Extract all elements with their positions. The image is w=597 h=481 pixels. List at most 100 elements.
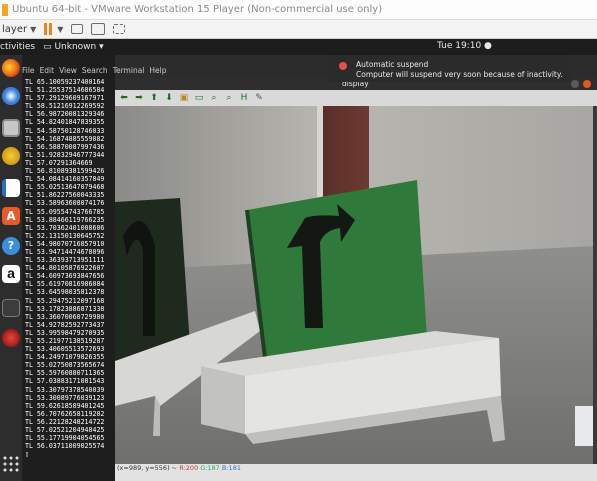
terminal-line: TL 58.51216912269592	[25, 102, 105, 111]
rhythmbox-icon[interactable]	[2, 147, 20, 165]
menu-file[interactable]: File	[22, 66, 35, 78]
zoom-in-icon[interactable]: ⌕	[209, 93, 219, 103]
terminal-line: TL 57.29129609167971	[25, 94, 105, 103]
terminal-line: TL 52.13150130645752	[25, 231, 105, 240]
menu-edit[interactable]: Edit	[40, 66, 55, 78]
pixel-status-bar: (x=989, y=556) ~ R:200 G:187 B:181	[115, 464, 597, 481]
terminal-line: TL 54.08414160357849	[25, 175, 105, 184]
send-ctrl-alt-del-icon[interactable]	[71, 24, 84, 34]
files-icon[interactable]	[2, 119, 20, 137]
display-toolbar: ⬅ ➡ ⬆ ⬇ ▣ ▭ ⌕ ⌕ H ✎	[115, 90, 597, 106]
terminal-line: TL 53.36070060729980	[25, 312, 105, 321]
notification-title: Automatic suspend	[356, 60, 429, 69]
firefox-icon[interactable]	[2, 59, 20, 77]
system-settings-icon[interactable]	[2, 329, 20, 347]
minimize-icon[interactable]	[571, 80, 579, 88]
pause-dropdown-icon[interactable]: ▼	[57, 25, 63, 34]
right-stand-front	[201, 366, 245, 434]
pause-icon[interactable]	[44, 23, 54, 35]
terminal-line: TL 55.02750873565674	[25, 361, 105, 370]
pan-icon[interactable]: ✎	[254, 93, 264, 103]
status-r: R:200	[179, 464, 199, 472]
terminal-line: TL 56.58870087997436	[25, 142, 105, 151]
arrow-down-icon[interactable]: ⬇	[164, 93, 174, 103]
app-menu[interactable]: ▭ Unknown ▾	[43, 42, 104, 52]
arrow-up-icon[interactable]: ⬆	[149, 93, 159, 103]
arrow-left-icon[interactable]: ⬅	[119, 93, 129, 103]
terminal-icon[interactable]	[2, 299, 20, 317]
thunderbird-icon[interactable]	[2, 87, 20, 105]
display-window: display ⬅ ➡ ⬆ ⬇ ▣ ▭ ⌕ ⌕ H ✎ (x=989, y=55…	[115, 78, 597, 481]
terminal-line: TL 57.03883171081543	[25, 377, 105, 386]
menu-search[interactable]: Search	[82, 66, 108, 78]
terminal-line: TL 55.29475212097168	[25, 296, 105, 305]
arrow-right-icon[interactable]: ➡	[134, 93, 144, 103]
app-menu-label: Unknown	[54, 42, 97, 52]
menu-view[interactable]: View	[59, 66, 77, 78]
ubuntu-dock: A ? a	[0, 55, 22, 481]
camera-image[interactable]	[115, 106, 593, 464]
save-image-icon[interactable]: ▣	[179, 93, 189, 103]
terminal-line: TL 55.21977138519287	[25, 337, 105, 345]
status-b: B:181	[221, 464, 241, 472]
terminal-line: TL 54.16874885559082	[25, 134, 105, 143]
player-menu-label: layer	[2, 23, 28, 35]
vmware-toolbar: layer ▼ ▼	[0, 20, 597, 39]
amazon-icon[interactable]: a	[2, 265, 20, 283]
terminal-line: TL 53.17823886871338	[25, 304, 105, 313]
terminal-line: TL 56.03711009025574	[25, 442, 105, 451]
unity-icon[interactable]	[113, 24, 126, 34]
clock-label: Tue 19:10	[437, 41, 482, 51]
show-applications-icon[interactable]	[2, 455, 20, 473]
terminal-output: TL 65.10059237400164 TL 51.25537514686584…	[25, 78, 115, 458]
terminal-line: TL 54.58750128746033	[25, 126, 105, 135]
warning-icon	[339, 62, 347, 70]
terminal-line: TL 54.82401847839355	[25, 118, 105, 127]
libreoffice-writer-icon[interactable]	[2, 179, 20, 197]
player-menu[interactable]: layer ▼	[0, 24, 36, 35]
terminal-line: TL 53.30089776039123	[25, 393, 105, 402]
ubuntu-top-bar: ctivities ▭ Unknown ▾ Tue 19:10 ●	[0, 39, 597, 55]
activities-button[interactable]: ctivities	[0, 42, 35, 52]
vmware-logo-icon	[2, 3, 8, 16]
terminal-line: TL 53.94714474678096	[25, 247, 105, 256]
screen: Ubuntu 64-bit - VMware Workstation 15 Pl…	[0, 0, 597, 481]
terminal-line: TL 55.59760880711365	[25, 369, 105, 378]
zoom-out-icon[interactable]: ⌕	[224, 93, 234, 103]
zoom-reset-icon[interactable]: H	[239, 93, 249, 103]
chevron-down-icon: ▼	[30, 24, 37, 34]
clock[interactable]: Tue 19:10 ●	[437, 41, 492, 51]
status-g: G:187	[200, 464, 220, 472]
help-icon[interactable]: ?	[2, 237, 20, 255]
terminal-line: TL 56.70762658119202	[25, 409, 105, 418]
terminal-line: TL 53.58963608074176	[25, 199, 105, 208]
terminal-line: TL 53.99598479270935	[25, 328, 105, 337]
terminal-line: TL 55.17719904054565	[25, 434, 105, 443]
fullscreen-icon[interactable]	[91, 23, 106, 35]
terminal-line: TL 56.81089381599426	[25, 167, 105, 176]
terminal-line: TL 53.88466119766235	[25, 215, 105, 224]
menu-help[interactable]: Help	[149, 66, 166, 78]
terminal-line: TL 53.64598035812378	[25, 288, 105, 297]
suspend-notification[interactable]: Automatic suspend Computer will suspend …	[327, 55, 571, 82]
terminal-line: TL 55.61970816986084	[25, 280, 105, 289]
terminal-line: TL 54.98070716857910	[25, 239, 105, 248]
terminal-line: TL 56.98720081329346	[25, 110, 105, 119]
terminal-line: TL 51.25537514686584	[25, 86, 105, 95]
notification-body: Computer will suspend very soon because …	[356, 70, 563, 79]
menu-terminal[interactable]: Terminal	[113, 66, 145, 78]
terminal-line: TL 57.07291364669	[25, 158, 93, 167]
terminal-line: TL 53.36393713951111	[25, 256, 105, 265]
terminal-line: TL 57.02521204948425	[25, 426, 105, 435]
close-icon[interactable]	[583, 80, 591, 88]
terminal-menubar: File Edit View Search Terminal Help	[22, 66, 167, 78]
terminal-cursor: ▯	[25, 450, 29, 459]
terminal-line: TL 55.02513647079468	[25, 183, 105, 192]
software-center-icon[interactable]: A	[2, 207, 20, 225]
terminal-line: TL 54.60973693847656	[25, 272, 105, 281]
status-coords: (x=989, y=556) ~	[117, 464, 180, 472]
properties-icon[interactable]: ▭	[194, 93, 204, 103]
terminal-line: TL 56.22128248214722	[25, 417, 105, 426]
terminal-line: TL 53.70362401008606	[25, 223, 105, 232]
terminal-line: TL 51.86227560043335	[25, 191, 105, 200]
